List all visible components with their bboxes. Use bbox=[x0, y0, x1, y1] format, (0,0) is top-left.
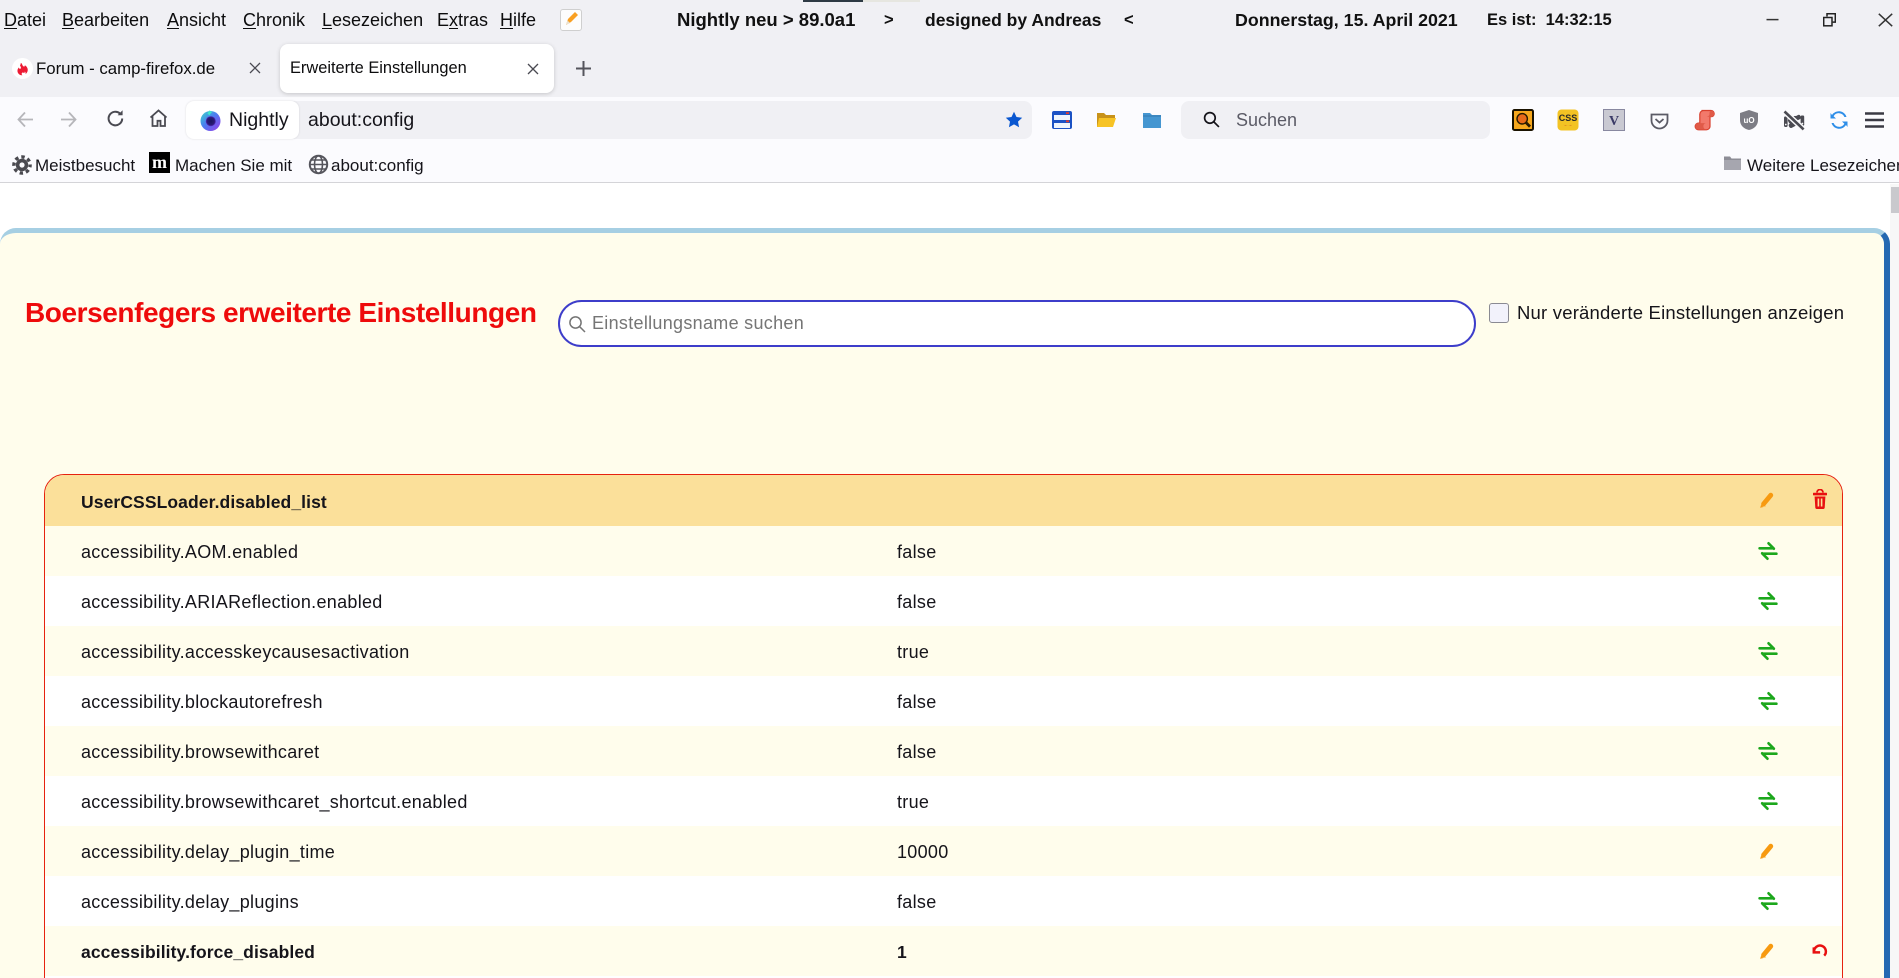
svg-text:uO: uO bbox=[1743, 116, 1754, 125]
svg-text:V: V bbox=[1609, 114, 1619, 129]
svg-text:CSS: CSS bbox=[1559, 113, 1578, 123]
